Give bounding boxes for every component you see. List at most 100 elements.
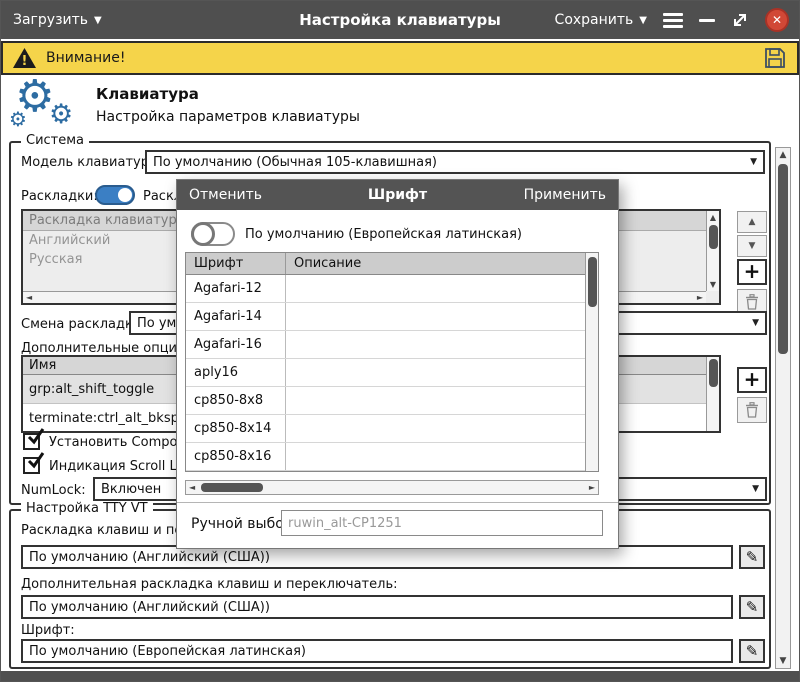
font-dialog: Отменить Шрифт Применить По умолчанию (Е… [176,179,619,549]
layouts-toggle[interactable] [95,185,135,205]
scroll-left-icon[interactable]: ◄ [26,293,32,302]
titlebar: Загрузить ▼ Настройка клавиатуры Сохрани… [1,1,799,39]
arrow-up-icon: ▲ [749,217,756,227]
font-name-cell: cp850-8x14 [186,415,286,442]
table-row[interactable]: cp850-8x8 [186,387,585,415]
page-subtitle: Настройка параметров клавиатуры [96,109,360,125]
font-name-cell: Agafari-16 [186,331,286,358]
tty-font-label: Шрифт: [21,623,75,638]
pencil-icon: ✎ [746,642,759,660]
scroll-right-icon[interactable]: ► [589,483,595,492]
bottom-bar [1,671,799,681]
apply-button[interactable]: Применить [524,187,606,203]
extra-options-label: Дополнительные опции: [21,341,190,356]
font-desc-cell [286,331,585,358]
load-menu-button[interactable]: Загрузить ▼ [13,1,102,39]
keyboard-model-label: Модель клавиатуры: [21,155,164,170]
fullscreen-icon[interactable] [731,11,749,29]
pencil-icon: ✎ [746,598,759,616]
font-table-horizontal-scrollbar[interactable]: ◄ ► [185,480,599,495]
default-font-label: По умолчанию (Европейская латинская) [245,227,522,242]
scroll-down-icon[interactable]: ▼ [780,656,787,666]
font-column-header: Шрифт [186,253,286,274]
font-dialog-header: Отменить Шрифт Применить [177,180,618,210]
close-icon[interactable]: ✕ [765,8,789,32]
cancel-button[interactable]: Отменить [189,187,262,203]
font-desc-cell [286,359,585,386]
font-table-header: Шрифт Описание [186,253,585,275]
font-desc-cell [286,415,585,442]
font-table[interactable]: Шрифт Описание Agafari-12 Agafari-14 Aga… [185,252,599,472]
load-label: Загрузить [13,12,88,28]
tty-alt-layout-label: Дополнительная раскладка клавиш и перекл… [21,577,397,592]
warning-text: Внимание! [46,50,125,66]
scrollbar-thumb[interactable] [588,257,597,307]
tty-font-input[interactable] [21,639,733,663]
move-layout-up-button[interactable]: ▲ [737,211,767,233]
table-row[interactable]: cp850-8x16 [186,443,585,471]
font-desc-cell [286,443,585,470]
options-vertical-scrollbar[interactable] [706,357,719,431]
keyboard-model-select[interactable]: По умолчанию (Обычная 105-клавишная) ▼ [145,150,765,174]
table-row[interactable]: Agafari-12 [186,275,585,303]
keyboard-settings-window: Загрузить ▼ Настройка клавиатуры Сохрани… [0,0,800,682]
font-name-cell: cp850-8x16 [186,443,286,470]
default-font-toggle[interactable] [191,222,235,246]
edit-tty-font-button[interactable]: ✎ [739,639,765,663]
layouts-vertical-scrollbar[interactable]: ▲ ▼ [706,211,719,291]
tty-legend: Настройка TTY VT [21,501,153,516]
plus-icon: + [744,261,761,281]
table-row[interactable]: cp850-8x14 [186,415,585,443]
chevron-down-icon: ▼ [750,157,757,167]
scrollbar-thumb[interactable] [709,359,718,387]
scrolllock-checkbox[interactable] [23,457,40,474]
font-table-vertical-scrollbar[interactable] [585,253,598,471]
description-column-header: Описание [286,253,585,274]
save-file-icon[interactable] [763,46,787,70]
save-label: Сохранить [555,12,634,28]
scroll-up-icon[interactable]: ▲ [710,213,716,222]
save-menu-button[interactable]: Сохранить ▼ [555,1,647,39]
chevron-down-icon: ▼ [639,15,647,26]
trash-icon [745,294,759,310]
chevron-down-icon: ▼ [752,484,759,494]
scroll-down-icon[interactable]: ▼ [710,280,716,289]
scrollbar-thumb[interactable] [201,483,263,492]
menu-icon[interactable] [663,13,683,28]
add-option-button[interactable]: + [737,367,767,393]
plus-icon: + [744,369,761,389]
table-row[interactable]: aply16 [186,359,585,387]
scroll-left-icon[interactable]: ◄ [189,483,195,492]
numlock-label: NumLock: [21,483,86,498]
gear-icon: ⚙ [9,109,27,129]
delete-option-button[interactable] [737,397,767,423]
pencil-icon: ✎ [746,548,759,566]
warning-icon: ! [13,48,36,68]
manual-font-input[interactable] [281,510,603,536]
edit-tty-alt-layout-button[interactable]: ✎ [739,595,765,619]
dialog-divider [177,502,618,503]
compose-checkbox[interactable] [23,433,40,450]
checkmark-icon [26,427,46,445]
font-desc-cell [286,387,585,414]
warning-bar: ! Внимание! [1,41,799,75]
tty-layout-label: Раскладка клавиш и пере [21,523,199,538]
tty-alt-layout-input[interactable] [21,595,733,619]
scrollbar-thumb[interactable] [709,225,718,249]
font-name-cell: aply16 [186,359,286,386]
window-title: Настройка клавиатуры [299,1,501,39]
table-row[interactable]: Agafari-14 [186,303,585,331]
edit-tty-layout-button[interactable]: ✎ [739,545,765,569]
page-vertical-scrollbar[interactable]: ▲ ▼ [775,147,791,669]
add-layout-button[interactable]: + [737,259,767,285]
system-legend: Система [21,133,89,148]
scroll-right-icon[interactable]: ► [697,293,703,302]
font-name-cell: Agafari-14 [186,303,286,330]
minimize-icon[interactable] [699,19,715,22]
scrollbar-thumb[interactable] [778,164,788,354]
page-title: Клавиатура [96,85,199,103]
move-layout-down-button[interactable]: ▼ [737,235,767,257]
gear-icon: ⚙ [49,101,73,128]
table-row[interactable]: Agafari-16 [186,331,585,359]
scroll-up-icon[interactable]: ▲ [780,150,787,160]
